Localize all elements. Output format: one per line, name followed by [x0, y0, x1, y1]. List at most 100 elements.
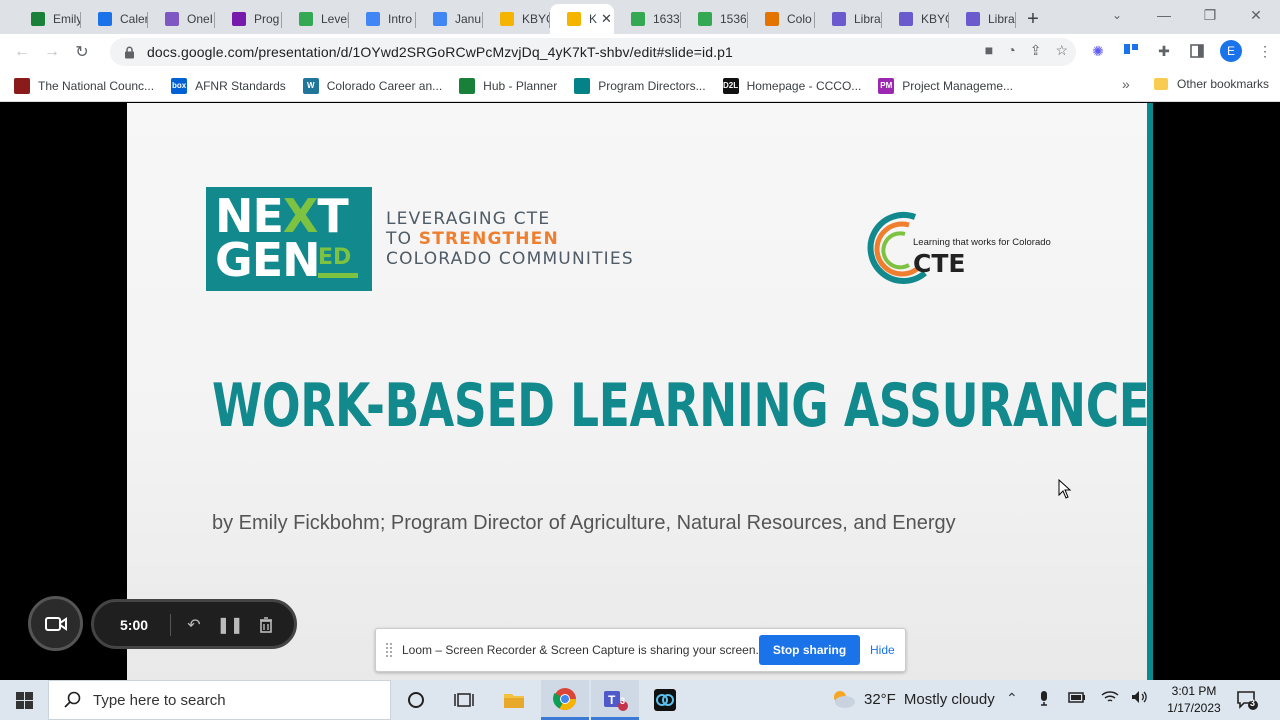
new-tab-button[interactable]: +	[1016, 4, 1050, 34]
tab[interactable]: OneI	[148, 4, 215, 34]
tab-title: 1633	[653, 12, 680, 26]
tagline-line-3: COLORADO COMMUNITIES	[386, 249, 634, 269]
cte-icon	[765, 12, 779, 26]
task-view-icon	[454, 693, 474, 707]
menu-kebab-icon[interactable]: ⋮	[1255, 41, 1275, 61]
close-window-button[interactable]: ✕	[1233, 0, 1279, 30]
minimize-button[interactable]: —	[1141, 0, 1187, 30]
microphone-icon[interactable]	[1039, 690, 1049, 709]
drag-handle[interactable]	[386, 643, 392, 657]
bookmark-item[interactable]: W Colorado Career an...	[302, 77, 442, 94]
tab-active[interactable]: K ✕	[550, 4, 614, 34]
hide-button[interactable]: Hide	[870, 643, 895, 657]
tab-title: KBYG	[522, 12, 550, 26]
address-bar[interactable]: docs.google.com/presentation/d/1OYwd2SRG…	[110, 38, 1076, 66]
bookmarks-overflow-chevron[interactable]: »	[1122, 76, 1130, 92]
weather-desc: Mostly cloudy	[903, 690, 995, 708]
stop-sharing-button[interactable]: Stop sharing	[759, 635, 860, 665]
system-clock[interactable]: 3:01 PM 1/17/2023	[1160, 683, 1228, 717]
clock-time: 3:01 PM	[1171, 684, 1217, 698]
tab-title: KBYG	[921, 12, 949, 26]
trash-icon[interactable]	[256, 615, 276, 635]
bookmark-item[interactable]: Hub - Planner	[459, 77, 557, 94]
close-tab-icon[interactable]: ✕	[601, 11, 612, 27]
drive-icon	[631, 12, 645, 26]
start-button[interactable]	[0, 680, 48, 720]
back-button[interactable]: ←	[7, 37, 37, 67]
onenote-icon	[232, 12, 246, 26]
sharing-message: Loom – Screen Recorder & Screen Capture …	[402, 643, 759, 657]
chrome-taskbar-button[interactable]	[541, 680, 589, 720]
share-icon[interactable]: ⇪	[1030, 42, 1042, 59]
bookmark-star-icon[interactable]: ☆	[1055, 42, 1068, 59]
undo-icon[interactable]: ↶	[184, 615, 204, 635]
tab[interactable]: Prog	[215, 4, 282, 34]
tab[interactable]: Colo	[748, 4, 815, 34]
bookmark-item[interactable]: PM Project Manageme...	[878, 77, 1013, 94]
extension-area: ✺ ✚ E ⋮	[1088, 40, 1275, 62]
bookmark-item[interactable]: box AFNR Standards	[171, 77, 286, 94]
slide-title: WORK-BASED LEARNING ASSURANCE	[212, 371, 1148, 441]
camera-icon[interactable]: ■	[985, 42, 993, 59]
tab[interactable]: 1633	[614, 4, 681, 34]
tab[interactable]: Emily	[14, 4, 81, 34]
loom-taskbar-button[interactable]	[641, 680, 689, 720]
tab-search-chevron-icon[interactable]: ⌄	[1112, 8, 1122, 22]
reload-button[interactable]: ↻	[67, 37, 97, 67]
bookmark-item[interactable]: D2L Homepage - CCCO...	[722, 77, 862, 94]
notification-count: 3	[1250, 698, 1256, 708]
tab[interactable]: Libra	[815, 4, 882, 34]
tab[interactable]: Janu	[416, 4, 483, 34]
loom-camera-button[interactable]	[28, 596, 83, 651]
trello-extension-icon[interactable]	[1121, 41, 1141, 61]
tab-title: Janu	[455, 12, 482, 26]
other-bookmarks-label: Other bookmarks	[1177, 77, 1270, 91]
battery-icon[interactable]	[1068, 690, 1086, 706]
bookmark-label: Homepage - CCCO...	[746, 78, 862, 93]
weather-widget[interactable]: 32°F Mostly cloudy	[830, 689, 995, 709]
tab[interactable]: Caler	[81, 4, 148, 34]
slides-icon	[567, 12, 581, 26]
wifi-icon[interactable]	[1101, 690, 1119, 707]
tray-chevron-icon[interactable]: ⌃	[1006, 690, 1018, 707]
loom-extension-icon[interactable]: ✺	[1088, 41, 1108, 61]
speaker-icon[interactable]	[1131, 690, 1149, 707]
slide[interactable]: NEXT GEN ED LEVERAGING CTE TO STRENGTHEN…	[127, 103, 1148, 680]
calendar-icon	[98, 12, 112, 26]
tab[interactable]: Libra	[949, 4, 1016, 34]
tab-title: Level	[321, 12, 349, 26]
lock-icon[interactable]	[122, 45, 136, 59]
tab[interactable]: 1536	[681, 4, 748, 34]
bookmark-item[interactable]: The National Counc...	[14, 77, 154, 94]
profile-avatar[interactable]: E	[1220, 40, 1242, 62]
extensions-puzzle-icon[interactable]: ✚	[1154, 41, 1174, 61]
notification-center-button[interactable]: 3	[1236, 690, 1258, 715]
tagline: LEVERAGING CTE TO STRENGTHEN COLORADO CO…	[386, 209, 634, 269]
library-icon	[832, 12, 846, 26]
restore-button[interactable]: ❐	[1187, 0, 1233, 30]
loom-control-bar: 5:00 ↶ ❚❚	[91, 599, 297, 649]
cortana-button[interactable]	[392, 680, 440, 720]
tab-title: K	[589, 12, 598, 26]
taskbar-search[interactable]: Type here to search	[48, 680, 391, 720]
side-panel-icon[interactable]	[1187, 41, 1207, 61]
task-view-button[interactable]	[440, 680, 488, 720]
tab[interactable]: Level	[282, 4, 349, 34]
pause-icon[interactable]: ❚❚	[217, 615, 244, 635]
planner-icon	[31, 12, 45, 26]
bookmark-item[interactable]: Program Directors...	[574, 77, 706, 94]
cte-logo: Learning that works for Colorado CTE	[867, 207, 1087, 287]
performance-icon[interactable]: ◔	[1007, 42, 1015, 59]
tab[interactable]: KBYG	[483, 4, 550, 34]
logo-bar	[318, 273, 358, 278]
cte-tagline: Learning that works for Colorado	[913, 237, 1051, 248]
slide-byline: by Emily Fickbohm; Program Director of A…	[212, 512, 956, 534]
drive-icon	[698, 12, 712, 26]
tab[interactable]: KBYG	[882, 4, 949, 34]
teams-taskbar-button[interactable]: T 3	[591, 680, 639, 720]
forward-button[interactable]: →	[37, 37, 67, 67]
file-explorer-button[interactable]	[490, 680, 538, 720]
tab[interactable]: Intro	[349, 4, 416, 34]
other-bookmarks-folder[interactable]: Other bookmarks	[1154, 77, 1269, 91]
mouse-cursor-icon	[1058, 479, 1072, 499]
